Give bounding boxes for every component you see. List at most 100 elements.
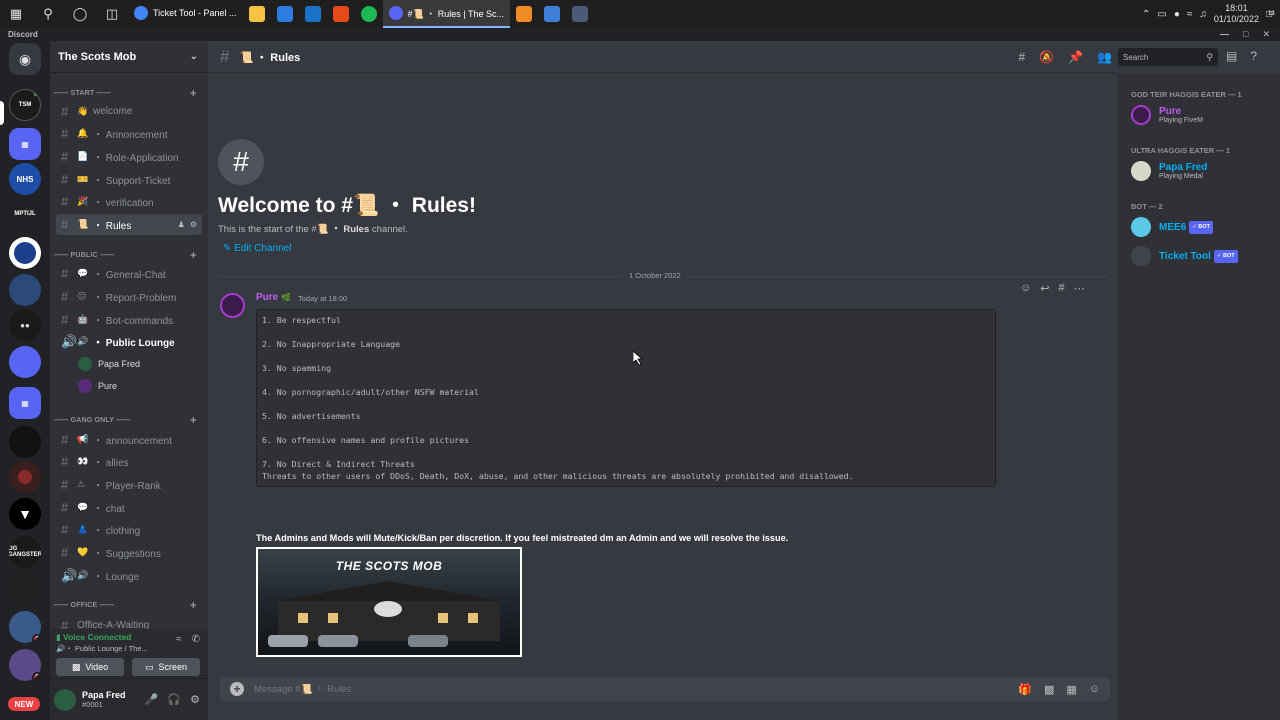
minimize-icon[interactable]: — <box>1220 29 1229 40</box>
gear-icon[interactable]: ⚙ <box>190 220 197 229</box>
clock[interactable]: 18:01 01/10/2022 <box>1214 3 1259 25</box>
channel-general-chat[interactable]: # 💬 ・ General-Chat <box>56 263 202 284</box>
cortana-icon[interactable]: ◯ <box>64 0 96 28</box>
channel-rules[interactable]: # 📜 ・ Rules ♟ ⚙ <box>56 214 202 235</box>
server-nhs[interactable]: NHS <box>9 163 41 195</box>
voice-user-pure[interactable]: Pure <box>78 377 198 395</box>
close-icon[interactable]: ✕ <box>1262 29 1270 40</box>
video-button[interactable]: ▩ Video <box>56 658 124 676</box>
server-icon-13[interactable]: 1 <box>9 611 41 643</box>
voice-channel-lounge[interactable]: 🔊 🔊 ・ Lounge <box>56 565 202 586</box>
message-author[interactable]: Pure 🌿 <box>256 292 291 303</box>
add-channel-icon[interactable]: + <box>190 86 197 100</box>
screen-recorder-icon[interactable] <box>566 0 594 28</box>
message-input[interactable] <box>254 683 1019 695</box>
upload-plus-icon[interactable]: + <box>230 682 244 696</box>
member-mee6[interactable]: MEE6 ✓ BOT <box>1131 214 1276 240</box>
server-icon-8[interactable] <box>9 426 41 458</box>
add-channel-icon[interactable]: + <box>190 413 197 427</box>
file-explorer-icon[interactable] <box>243 0 271 28</box>
gift-icon[interactable]: 🎁 <box>1018 683 1032 696</box>
add-reaction-icon[interactable]: ☺ <box>1020 282 1031 295</box>
server-icon-9[interactable] <box>9 461 41 493</box>
sticker-icon[interactable]: ▦ <box>1066 683 1076 696</box>
category-gang-only[interactable]: —— GANG ONLY —— + <box>50 413 208 427</box>
chevron-up-icon[interactable]: ⌃ <box>1142 9 1150 20</box>
battery-icon[interactable]: ▭ <box>1157 9 1166 20</box>
channel-suggestions[interactable]: # 💛 ・ Suggestions <box>56 542 202 563</box>
member-pure[interactable]: Pure Playing FiveM <box>1131 102 1276 128</box>
screen-share-button[interactable]: ▭ Screen <box>132 658 200 676</box>
channel-allies[interactable]: # 👀 ・ allies <box>56 451 202 472</box>
inbox-icon[interactable]: ▤ <box>1226 49 1237 63</box>
calendar-app-icon[interactable] <box>271 0 299 28</box>
server-icon-14[interactable]: 2 <box>9 649 41 681</box>
taskbar-task-ticket-tool[interactable]: Ticket Tool - Panel ... <box>128 0 243 28</box>
gear-icon[interactable]: ⚙ <box>190 693 200 706</box>
channel-announcement[interactable]: # 📢 ・ announcement <box>56 429 202 450</box>
microphone-icon[interactable]: ● <box>1174 9 1180 20</box>
maximize-icon[interactable]: □ <box>1243 29 1248 40</box>
voice-channel-public-lounge[interactable]: 🔊 🔊 ・ Public Lounge <box>56 331 202 352</box>
help-icon[interactable]: ? <box>1250 49 1257 63</box>
new-badge[interactable]: NEW <box>8 697 40 711</box>
mail-icon[interactable] <box>299 0 327 28</box>
channel-report-problem[interactable]: # 😕 ・ Report-Problem <box>56 286 202 307</box>
create-thread-icon[interactable]: # <box>1058 282 1064 295</box>
spotify-icon[interactable] <box>355 0 383 28</box>
server-folder-icon[interactable]: ▦ <box>9 128 41 160</box>
office-icon[interactable] <box>327 0 355 28</box>
member-ticket-tool[interactable]: Ticket Tool ✓ BOT <box>1131 243 1276 269</box>
channel-chat[interactable]: # 💬 ・ chat <box>56 497 202 518</box>
server-folder-icon-2[interactable]: ▦ <box>9 387 41 419</box>
vlc-icon[interactable] <box>510 0 538 28</box>
server-og-gangster[interactable]: OG GANGSTER <box>9 536 41 568</box>
search-icon[interactable]: ⚲ <box>32 0 64 28</box>
microphone-icon[interactable]: 🎤 <box>145 693 159 706</box>
home-icon[interactable]: ◉ <box>9 43 41 75</box>
channel-welcome[interactable]: # 👋 welcome <box>56 101 202 122</box>
server-header[interactable]: The Scots Mob ⌄ <box>50 41 208 73</box>
pin-icon[interactable]: 📌 <box>1068 50 1083 64</box>
server-icon-5[interactable] <box>9 274 41 306</box>
voice-status[interactable]: ▮ Voice Connected <box>56 632 131 643</box>
member-papa-fred[interactable]: Papa Fred Playing Medal <box>1131 158 1276 184</box>
category-office[interactable]: —— OFFICE —— + <box>50 598 208 612</box>
category-start[interactable]: —— START —— + <box>50 86 208 100</box>
channel-player-rank[interactable]: # ⚠ ・ Player-Rank <box>56 474 202 495</box>
server-icon-12[interactable] <box>9 573 41 605</box>
voice-channel-link[interactable]: 🔊・ Public Lounge / The... <box>56 643 148 654</box>
channel-verification[interactable]: # 🎉 ・ verification <box>56 191 202 212</box>
add-channel-icon[interactable]: + <box>190 248 197 262</box>
wifi-icon[interactable]: ≈ <box>1187 9 1193 20</box>
channel-support-ticket[interactable]: # 🎫 ・ Support-Ticket <box>56 169 202 190</box>
invite-icon[interactable]: ♟ <box>178 220 185 229</box>
notifications-icon[interactable]: □ 13 <box>1266 9 1275 20</box>
channel-role-application[interactable]: # 📄 ・ Role-Application <box>56 146 202 167</box>
disconnect-icon[interactable]: ✆ <box>192 634 200 645</box>
server-icon-7[interactable] <box>9 346 41 378</box>
voice-user-papa-fred[interactable]: Papa Fred <box>78 355 198 373</box>
volume-icon[interactable]: ♫ <box>1199 9 1207 20</box>
emoji-icon[interactable]: ☺ <box>1089 683 1100 696</box>
server-mptijl[interactable]: MPTIJL <box>9 198 41 230</box>
edit-channel-link[interactable]: ✎ Edit Channel <box>223 243 291 254</box>
server-icon-6[interactable]: ●● <box>9 309 41 341</box>
shield-icon[interactable] <box>538 0 566 28</box>
threads-icon[interactable]: # <box>1018 50 1025 64</box>
server-the-scots-mob[interactable]: TSM <box>9 89 41 121</box>
category-public[interactable]: —— PUBLIC —— + <box>50 248 208 262</box>
avatar[interactable] <box>220 293 245 318</box>
channel-clothing[interactable]: # 👗 ・ clothing <box>56 519 202 540</box>
server-icon-10[interactable]: ▼ <box>9 498 41 530</box>
avatar[interactable] <box>54 688 76 711</box>
more-options-icon[interactable]: ⋯ <box>1074 282 1085 295</box>
channel-annoncement[interactable]: # 🔔 ・ Annoncement <box>56 123 202 144</box>
task-view-icon[interactable]: ◫ <box>96 0 128 28</box>
taskbar-task-discord[interactable]: #📜 ・ Rules | The Sc... <box>382 0 510 28</box>
member-list-icon[interactable]: 👥 <box>1097 50 1112 64</box>
server-police-badge[interactable] <box>9 237 41 269</box>
headphones-icon[interactable]: 🎧 <box>167 693 181 706</box>
noise-suppression-icon[interactable]: ≈ <box>176 634 182 645</box>
channel-bot-commands[interactable]: # 🤖 ・ Bot-commands <box>56 309 202 330</box>
